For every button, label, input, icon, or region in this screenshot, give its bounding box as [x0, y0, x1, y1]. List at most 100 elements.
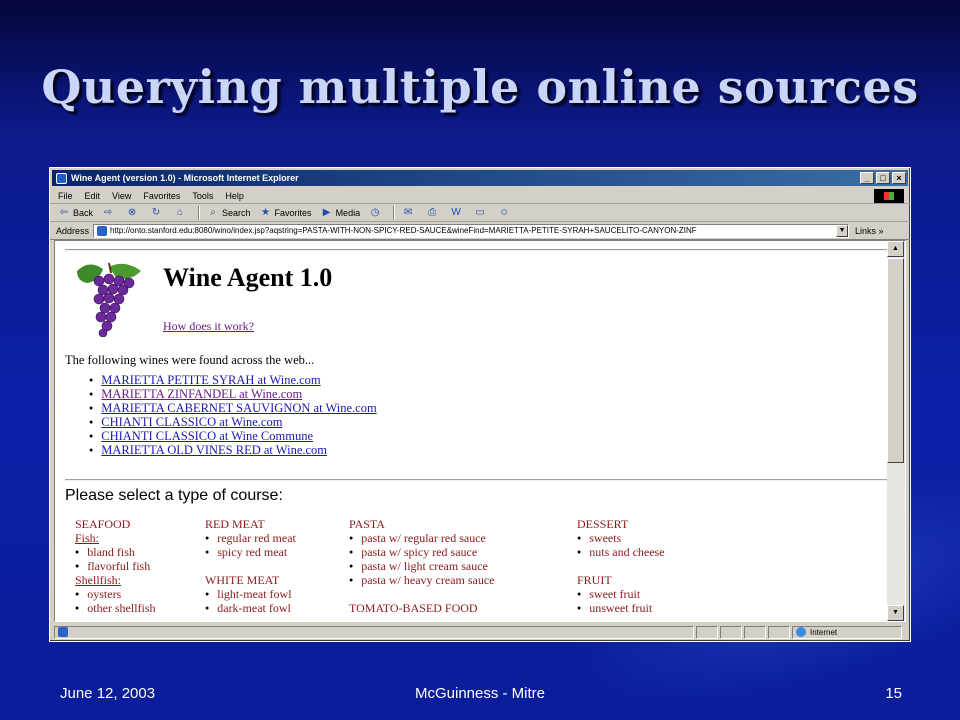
wine-link[interactable]: CHIANTI CLASSICO at Wine.com	[101, 415, 282, 429]
menu-favorites[interactable]: Favorites	[143, 191, 180, 201]
option-pasta-light-cream[interactable]: pasta w/ light cream sauce	[349, 559, 495, 573]
option-sweets[interactable]: sweets	[577, 531, 665, 545]
maximize-button[interactable]: □	[876, 172, 890, 184]
slide-title: Querying multiple online sources	[41, 60, 919, 114]
found-wines-text: The following wines were found across th…	[65, 353, 315, 367]
scroll-down-button[interactable]: ▼	[887, 605, 904, 621]
minimize-button[interactable]: _	[860, 172, 874, 184]
list-item: MARIETTA ZINFANDEL at Wine.com	[89, 387, 377, 401]
course-column-meat: RED MEAT regular red meat spicy red meat…	[205, 517, 296, 615]
category-tomato-based[interactable]: TOMATO-BASED FOOD	[349, 601, 495, 615]
refresh-button[interactable]: ↻	[150, 207, 165, 219]
menu-view[interactable]: View	[112, 191, 131, 201]
menu-tools[interactable]: Tools	[192, 191, 213, 201]
refresh-icon: ↻	[151, 206, 161, 218]
word-button[interactable]: W	[450, 207, 465, 219]
option-nuts-and-cheese[interactable]: nuts and cheese	[577, 545, 664, 559]
print-button[interactable]: ⎙	[426, 207, 441, 219]
title-bar: Wine Agent (version 1.0) - Microsoft Int…	[52, 170, 908, 186]
forward-button[interactable]: ⇨	[102, 207, 117, 219]
list-item: MARIETTA PETITE SYRAH at Wine.com	[89, 373, 377, 387]
page-icon	[97, 225, 108, 236]
back-button[interactable]: ⇦ Back	[58, 207, 93, 219]
option-spicy-red-meat[interactable]: spicy red meat	[205, 545, 296, 559]
option-unsweet-fruit[interactable]: unsweet fruit	[577, 601, 665, 615]
zone-label: Internet	[810, 627, 838, 637]
course-column-seafood: SEAFOOD Fish: bland fish flavorful fish …	[75, 517, 156, 615]
course-column-dessert: DESSERT sweets nuts and cheese FRUIT swe…	[577, 517, 665, 615]
home-button[interactable]: ⌂	[174, 207, 189, 219]
divider	[65, 479, 887, 481]
wine-list: MARIETTA PETITE SYRAH at Wine.com MARIET…	[89, 373, 377, 457]
stop-button[interactable]: ⊗	[126, 207, 141, 219]
messenger-button[interactable]: ☺	[498, 207, 513, 219]
subcategory-shellfish[interactable]: Shellfish:	[75, 573, 156, 587]
menu-bar: File Edit View Favorites Tools Help	[50, 188, 910, 204]
option-pasta-heavy-cream[interactable]: pasta w/ heavy cream sauce	[349, 573, 494, 587]
print-icon: ⎙	[428, 206, 437, 218]
menu-file[interactable]: File	[58, 191, 73, 201]
scroll-thumb[interactable]	[887, 258, 904, 463]
option-bland-fish[interactable]: bland fish	[75, 545, 156, 559]
option-light-meat-fowl[interactable]: light-meat fowl	[205, 587, 296, 601]
mail-button[interactable]: ✉	[402, 207, 417, 219]
wine-link[interactable]: MARIETTA PETITE SYRAH at Wine.com	[101, 373, 320, 387]
grapes-logo	[77, 262, 141, 337]
word-icon: W	[451, 206, 461, 218]
page-heading: Wine Agent 1.0	[163, 263, 333, 292]
toolbar: ⇦ Back ⇨ ⊗ ↻ ⌂ ⌕ Search ★ Favorites ▶ Media …	[50, 204, 910, 222]
option-sweet-fruit[interactable]: sweet fruit	[577, 587, 665, 601]
mail-icon: ✉	[403, 206, 413, 218]
wine-link[interactable]: MARIETTA ZINFANDEL at Wine.com	[101, 387, 302, 401]
address-input[interactable]: http://onto.stanford.edu:8080/wino/index…	[93, 223, 850, 238]
media-button[interactable]: ▶ Media	[321, 206, 361, 219]
menu-edit[interactable]: Edit	[85, 191, 101, 201]
how-does-it-work-link[interactable]: How does it work?	[163, 319, 254, 334]
menu-help[interactable]: Help	[225, 191, 244, 201]
address-dropdown-button[interactable]: ▼	[836, 224, 849, 237]
option-flavorful-fish[interactable]: flavorful fish	[75, 559, 156, 573]
window-title: Wine Agent (version 1.0) - Microsoft Int…	[71, 173, 299, 183]
back-label: Back	[73, 207, 94, 218]
favorites-button[interactable]: ★ Favorites	[260, 207, 312, 219]
list-item: MARIETTA CABERNET SAUVIGNON at Wine.com	[89, 401, 376, 415]
forward-arrow-icon: ⇨	[103, 206, 113, 218]
edit-page-button[interactable]: ▭	[474, 207, 489, 219]
address-bar: Address http://onto.stanford.edu:8080/wi…	[50, 222, 910, 240]
toolbar-separator	[198, 205, 200, 220]
edit-icon: ▭	[475, 206, 485, 218]
address-url: http://onto.stanford.edu:8080/wino/index…	[110, 226, 697, 235]
option-other-shellfish[interactable]: other shellfish	[75, 601, 155, 615]
status-pane	[720, 625, 742, 639]
list-item: CHIANTI CLASSICO at Wine Commune	[89, 429, 377, 443]
windows-logo-icon	[874, 189, 904, 203]
status-pane	[768, 625, 790, 639]
zone-pane: Internet	[792, 625, 902, 639]
close-button[interactable]: ×	[892, 172, 906, 184]
search-button[interactable]: ⌕ Search	[207, 206, 250, 219]
subcategory-fish[interactable]: Fish:	[75, 531, 156, 545]
option-pasta-spicy-red[interactable]: pasta w/ spicy red sauce	[349, 545, 495, 559]
status-text-pane	[54, 625, 694, 639]
vertical-scrollbar[interactable]: ▲ ▼	[887, 241, 905, 621]
category-red-meat: RED MEAT	[205, 517, 265, 531]
media-icon: ▶	[322, 206, 331, 218]
stop-icon: ⊗	[127, 206, 137, 218]
address-label: Address	[56, 225, 90, 236]
ie-icon	[56, 172, 67, 184]
search-icon: ⌕	[210, 206, 216, 218]
option-oysters[interactable]: oysters	[75, 587, 156, 601]
page-content: Wine Agent 1.0 How does it work? The fol…	[55, 241, 887, 621]
history-icon: ◷	[370, 206, 380, 218]
option-regular-red-meat[interactable]: regular red meat	[205, 531, 296, 545]
option-pasta-regular-red[interactable]: pasta w/ regular red sauce	[349, 531, 495, 545]
wine-link[interactable]: MARIETTA CABERNET SAUVIGNON at Wine.com	[101, 401, 376, 415]
option-dark-meat-fowl[interactable]: dark-meat fowl	[205, 601, 296, 615]
media-label: Media	[335, 207, 361, 218]
scroll-up-button[interactable]: ▲	[887, 241, 904, 257]
links-button[interactable]: Links »	[855, 226, 884, 236]
wine-link[interactable]: CHIANTI CLASSICO at Wine Commune	[101, 429, 313, 443]
wine-link[interactable]: MARIETTA OLD VINES RED at Wine.com	[101, 443, 327, 457]
history-button[interactable]: ◷	[369, 207, 384, 219]
